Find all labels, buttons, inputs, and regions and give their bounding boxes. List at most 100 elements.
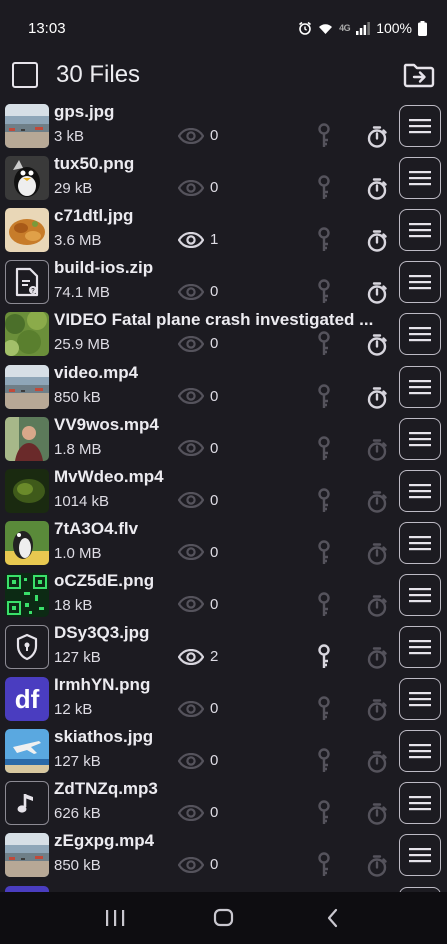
- file-row[interactable]: 7tA3O4.flv 1.0 MB 0: [0, 517, 447, 569]
- key-icon[interactable]: [316, 383, 332, 415]
- file-archive-icon[interactable]: ?: [5, 260, 49, 305]
- file-name[interactable]: video.mp4: [54, 363, 138, 383]
- file-row[interactable]: zEgxpg.mp4 850 kB 0: [0, 829, 447, 881]
- timer-icon[interactable]: [366, 543, 388, 570]
- file-row[interactable]: df IrmhYN.png 12 kB 0: [0, 673, 447, 725]
- key-icon[interactable]: [316, 696, 332, 727]
- file-row[interactable]: ? build-ios.zip 74.1 MB 0: [0, 256, 447, 308]
- timer-icon[interactable]: [366, 595, 388, 622]
- file-thumbnail[interactable]: df: [5, 677, 49, 722]
- select-all-checkbox[interactable]: [12, 62, 38, 88]
- file-menu-button[interactable]: [399, 469, 441, 512]
- file-name[interactable]: zEgxpg.mp4: [54, 831, 154, 851]
- timer-icon[interactable]: [366, 699, 388, 726]
- file-row[interactable]: VV9wos.mp4 1.8 MB 0: [0, 413, 447, 465]
- view-count[interactable]: 1: [178, 231, 218, 248]
- file-menu-button[interactable]: [399, 313, 441, 356]
- timer-icon[interactable]: [366, 282, 388, 309]
- key-icon[interactable]: [316, 592, 332, 623]
- key-icon[interactable]: [316, 331, 332, 362]
- timer-icon[interactable]: [366, 855, 388, 882]
- file-thumbnail[interactable]: [5, 729, 49, 774]
- file-thumbnail[interactable]: [5, 572, 49, 617]
- music-note-icon[interactable]: [5, 781, 49, 826]
- file-menu-button[interactable]: [399, 105, 441, 147]
- file-thumbnail[interactable]: [5, 208, 49, 253]
- file-menu-button[interactable]: [399, 417, 441, 460]
- timer-icon[interactable]: [366, 334, 388, 361]
- view-count[interactable]: 0: [178, 127, 218, 144]
- file-row[interactable]: ZdTNZq.mp3 626 kB 0: [0, 777, 447, 829]
- key-icon[interactable]: [316, 748, 332, 779]
- key-icon[interactable]: [316, 800, 332, 831]
- recent-apps-button[interactable]: [85, 898, 145, 938]
- move-to-folder-button[interactable]: [401, 57, 437, 93]
- view-count[interactable]: 0: [178, 492, 218, 509]
- file-menu-button[interactable]: [399, 626, 441, 668]
- file-thumbnail[interactable]: [5, 364, 49, 409]
- file-name[interactable]: VV9wos.mp4: [54, 415, 159, 435]
- file-menu-button[interactable]: [399, 209, 441, 252]
- file-name[interactable]: ZdTNZq.mp3: [54, 779, 158, 799]
- file-name[interactable]: DSy3Q3.jpg: [54, 623, 149, 643]
- timer-icon[interactable]: [366, 386, 388, 414]
- file-thumbnail[interactable]: [5, 104, 49, 148]
- timer-icon[interactable]: [366, 803, 388, 830]
- key-icon[interactable]: [316, 487, 332, 519]
- timer-icon[interactable]: [366, 178, 388, 205]
- view-count[interactable]: 0: [178, 700, 218, 717]
- file-row[interactable]: gps.jpg 3 kB 0: [0, 100, 447, 152]
- file-name[interactable]: 7tA3O4.flv: [54, 519, 138, 539]
- key-icon[interactable]: [316, 175, 332, 206]
- file-name[interactable]: IrmhYN.png: [54, 675, 150, 695]
- timer-icon[interactable]: [366, 490, 388, 518]
- file-row[interactable]: video.mp4 850 kB 0: [0, 361, 447, 413]
- key-icon[interactable]: [316, 435, 332, 467]
- file-list[interactable]: gps.jpg 3 kB 0 tux50.png 29 kB 0 c71dtl.jpg 3.6…: [0, 99, 447, 892]
- file-thumbnail[interactable]: [5, 416, 49, 461]
- file-row[interactable]: c71dtl.jpg 3.6 MB 1: [0, 204, 447, 256]
- key-icon[interactable]: [316, 227, 332, 258]
- file-row[interactable]: oCZ5dE.png 18 kB 0: [0, 569, 447, 621]
- file-menu-button[interactable]: [399, 573, 441, 616]
- view-count[interactable]: 0: [178, 440, 218, 457]
- shield-icon[interactable]: [5, 625, 49, 669]
- file-name[interactable]: MvWdeo.mp4: [54, 467, 164, 487]
- file-name[interactable]: VIDEO Fatal plane crash investigated ...: [54, 310, 373, 330]
- file-menu-button[interactable]: [399, 365, 441, 408]
- key-icon[interactable]: [316, 123, 332, 154]
- home-button[interactable]: [194, 898, 254, 938]
- file-name[interactable]: gps.jpg: [54, 102, 114, 122]
- timer-icon[interactable]: [366, 647, 388, 674]
- view-count[interactable]: 0: [178, 856, 218, 873]
- view-count[interactable]: 0: [178, 544, 218, 561]
- view-count[interactable]: 0: [178, 804, 218, 821]
- file-row[interactable]: DSy3Q3.jpg 127 kB 2: [0, 621, 447, 673]
- view-count[interactable]: 0: [178, 752, 218, 769]
- file-name[interactable]: oCZ5dE.png: [54, 571, 154, 591]
- view-count[interactable]: 2: [178, 648, 218, 665]
- view-count[interactable]: 0: [178, 596, 218, 613]
- file-name[interactable]: c71dtl.jpg: [54, 206, 133, 226]
- file-menu-button[interactable]: [399, 678, 441, 721]
- file-thumbnail[interactable]: [5, 833, 49, 878]
- file-thumbnail[interactable]: [5, 520, 49, 565]
- file-thumbnail[interactable]: [5, 156, 49, 201]
- file-menu-button[interactable]: [399, 730, 441, 773]
- view-count[interactable]: 0: [178, 283, 218, 300]
- file-row-partial[interactable]: [0, 882, 447, 892]
- file-row[interactable]: skiathos.jpg 127 kB 0: [0, 725, 447, 777]
- view-count[interactable]: 0: [178, 388, 218, 405]
- view-count[interactable]: 0: [178, 179, 218, 196]
- file-menu-button[interactable]: [399, 261, 441, 304]
- back-button[interactable]: [303, 898, 363, 938]
- file-thumbnail[interactable]: [5, 468, 49, 513]
- timer-icon[interactable]: [366, 438, 388, 466]
- file-menu-button[interactable]: [399, 521, 441, 564]
- file-thumbnail[interactable]: [5, 312, 49, 357]
- file-name[interactable]: skiathos.jpg: [54, 727, 153, 747]
- key-icon[interactable]: [316, 644, 332, 675]
- file-name[interactable]: tux50.png: [54, 154, 134, 174]
- view-count[interactable]: 0: [178, 335, 218, 352]
- timer-icon[interactable]: [366, 230, 388, 257]
